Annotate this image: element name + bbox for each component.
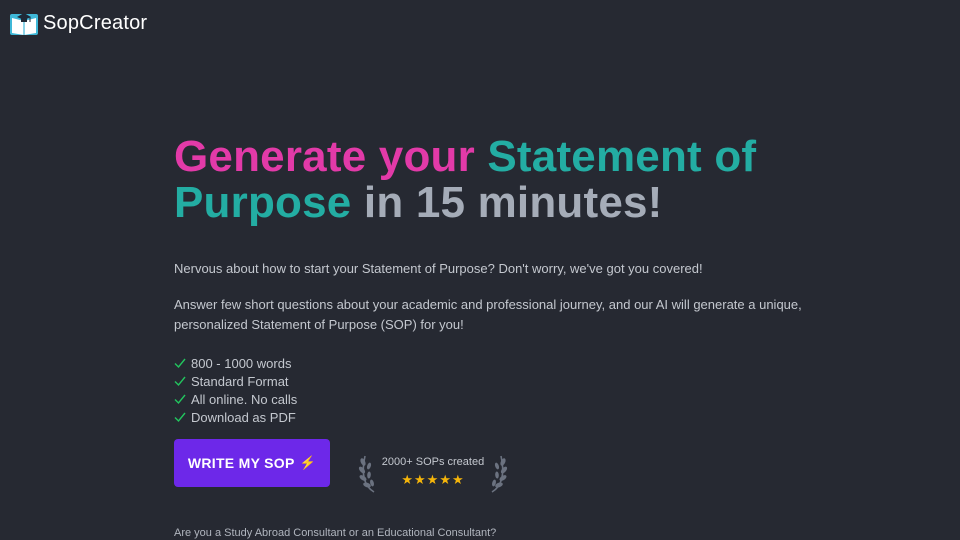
headline-part-4: in 15 minutes! xyxy=(363,178,663,227)
description-paragraph-1: Nervous about how to start your Statemen… xyxy=(174,261,703,276)
feature-item: Download as PDF xyxy=(174,408,297,426)
feature-list: 800 - 1000 words Standard Format All onl… xyxy=(174,354,297,426)
feature-item: 800 - 1000 words xyxy=(174,354,297,372)
cta-label: WRITE MY SOP xyxy=(187,455,295,471)
feature-label: Download as PDF xyxy=(191,409,296,425)
headline-part-2: Statement of xyxy=(487,132,757,181)
check-icon xyxy=(174,394,186,405)
logo-text: SopCreator xyxy=(43,11,148,34)
headline-part-1: Generate your xyxy=(174,132,475,181)
landing-page: SopCreator Generate your Statement of Pu… xyxy=(0,0,960,540)
feature-item: Standard Format xyxy=(174,372,297,390)
consultant-question: Are you a Study Abroad Consultant or an … xyxy=(174,527,497,539)
hero-headline: Generate your Statement of Purpose in 15… xyxy=(174,134,814,226)
check-icon xyxy=(174,376,186,387)
feature-label: Standard Format xyxy=(191,373,289,389)
feature-label: 800 - 1000 words xyxy=(191,355,292,371)
feature-label: All online. No calls xyxy=(191,391,298,407)
write-my-sop-button[interactable]: WRITE MY SOP ⚡ xyxy=(174,439,330,487)
check-icon xyxy=(174,412,186,423)
graduation-cap-book-icon xyxy=(10,13,38,35)
lightning-icon: ⚡ xyxy=(299,455,317,470)
hero-description: Nervous about how to start your Statemen… xyxy=(174,259,814,351)
check-icon xyxy=(174,358,186,369)
feature-item: All online. No calls xyxy=(174,390,297,408)
award-badge: 2000+ SOPs created ★★★★★ xyxy=(358,450,508,496)
description-paragraph-2: Answer few short questions about your ac… xyxy=(174,297,802,332)
headline-part-3: Purpose xyxy=(174,178,352,227)
laurel-wreath-icon xyxy=(491,455,508,493)
hero-section: Generate your Statement of Purpose in 15… xyxy=(174,134,814,226)
logo[interactable]: SopCreator xyxy=(9,9,147,37)
